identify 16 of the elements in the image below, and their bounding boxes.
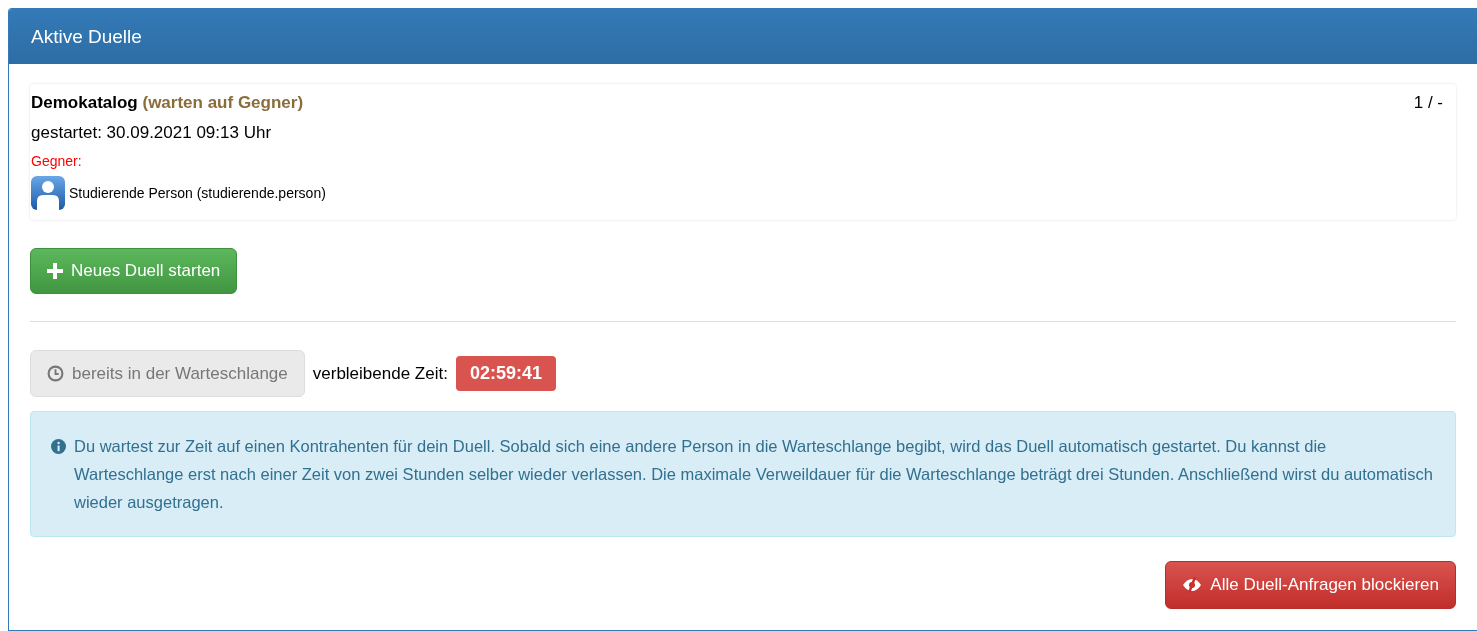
duel-title: Demokatalog (warten auf Gegner) (31, 92, 305, 114)
new-duel-button[interactable]: Neues Duell starten (30, 248, 238, 294)
plus-icon (47, 262, 63, 279)
block-requests-button[interactable]: Alle Duell-Anfragen blockieren (1165, 561, 1456, 609)
info-icon (51, 439, 66, 454)
eye-slash-icon (1182, 576, 1203, 593)
remaining-time-label: verbleibende Zeit: (312, 362, 448, 385)
opponent-label: Gegner: (31, 153, 82, 169)
round-counter: 1 / - (1413, 93, 1443, 112)
clock-icon (47, 364, 64, 382)
opponent-name: Studierende Person (studierende.person) (69, 183, 326, 203)
start-date: gestartet: 30.09.2021 09:13 Uhr (31, 122, 272, 142)
panel-title: Aktive Duelle (9, 9, 1477, 64)
remaining-time-badge: 02:59:41 (455, 355, 556, 391)
avatar-icon (31, 176, 65, 210)
info-text: Du wartest zur Zeit auf einen Kontrahenten für dein Duell. Sobald sich eine andere Person in die Warteschlange begibt, wird das Duell automatisch gestartet. Du kannst die Warteschlange erst nach einer Zeit von zwei Stunden selber wieder verlassen. Die maximale Verweildauer für die Warteschlange beträgt drei Stunden. Anschließend wirst du automatisch wieder ausgetragen. (74, 436, 1434, 513)
